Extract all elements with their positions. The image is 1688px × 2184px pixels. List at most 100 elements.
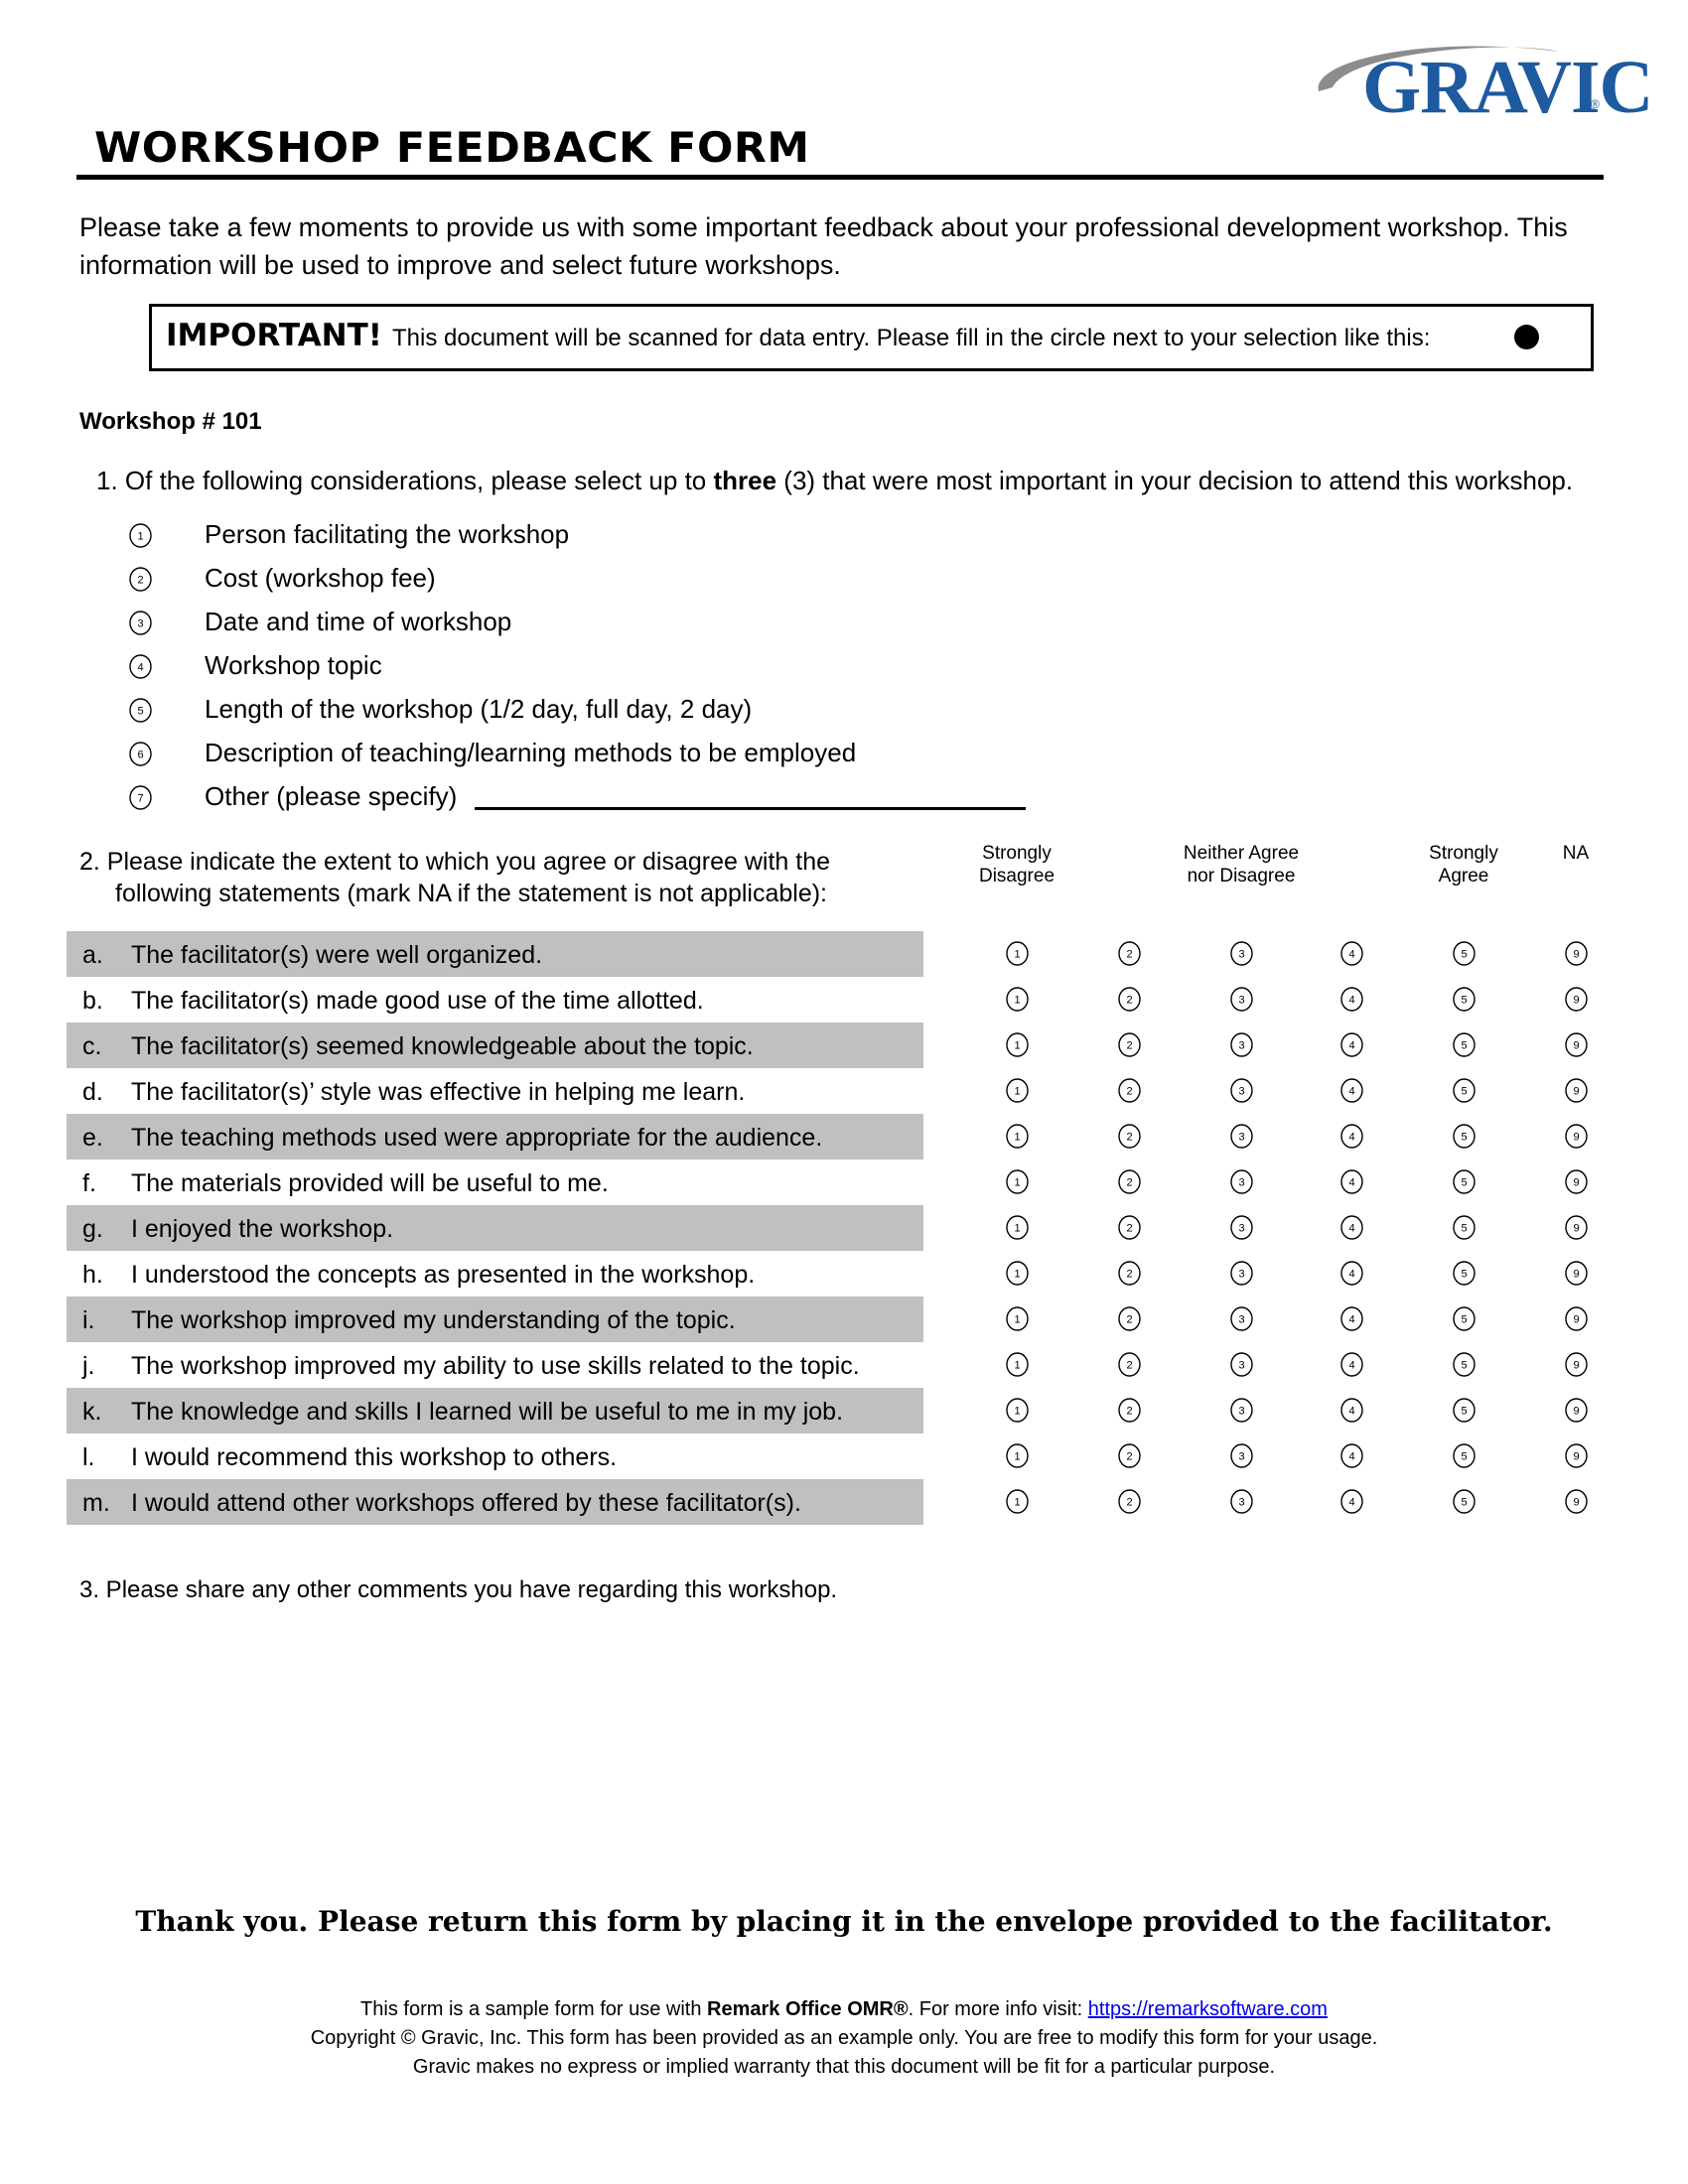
rating-bubble-1[interactable]: 1	[1006, 1489, 1029, 1514]
rating-bubble-5[interactable]: 5	[1453, 987, 1476, 1012]
rating-bubble-2[interactable]: 2	[1118, 941, 1141, 966]
rating-bubble-1[interactable]: 1	[1006, 987, 1029, 1012]
rating-bubble-4[interactable]: 4	[1340, 1306, 1363, 1331]
rating-bubble-9[interactable]: 9	[1565, 1352, 1588, 1377]
rating-bubble-1[interactable]: 1	[1006, 1352, 1029, 1377]
rating-bubble-5[interactable]: 5	[1453, 1398, 1476, 1423]
rating-bubble-9[interactable]: 9	[1565, 1443, 1588, 1468]
rating-bubble-2[interactable]: 2	[1118, 1078, 1141, 1103]
rating-bubble-2[interactable]: 2	[1118, 1306, 1141, 1331]
rating-bubble-2[interactable]: 2	[1118, 1215, 1141, 1240]
rating-bubble-1[interactable]: 1	[1006, 1443, 1029, 1468]
rating-bubble-3[interactable]: 3	[1230, 1124, 1253, 1149]
svg-text:2: 2	[1126, 1223, 1132, 1235]
rating-bubble-2[interactable]: 2	[1118, 1489, 1141, 1514]
rating-bubble-5[interactable]: 5	[1453, 1169, 1476, 1194]
rating-bubble-2[interactable]: 2	[1118, 1124, 1141, 1149]
rating-bubble-3[interactable]: 3	[1230, 1489, 1253, 1514]
statement-row: h. I understood the concepts as presented…	[67, 1251, 923, 1297]
rating-bubble-9[interactable]: 9	[1565, 1306, 1588, 1331]
rating-bubble-3[interactable]: 3	[1230, 1215, 1253, 1240]
other-specify-line[interactable]	[475, 783, 1026, 810]
rating-bubble-5[interactable]: 5	[1453, 941, 1476, 966]
rating-bubble-4[interactable]: 4	[1340, 1443, 1363, 1468]
rating-bubble-4[interactable]: 4	[1340, 987, 1363, 1012]
rating-bubble-5[interactable]: 5	[1453, 1489, 1476, 1514]
rating-bubble-1[interactable]: 1	[1006, 1169, 1029, 1194]
remark-software-link[interactable]: https://remarksoftware.com	[1088, 1998, 1328, 2020]
intro-text: Please take a few moments to provide us …	[79, 212, 1568, 280]
rating-bubble-3[interactable]: 3	[1230, 1352, 1253, 1377]
rating-bubble-2[interactable]: 2	[1118, 1032, 1141, 1057]
rating-bubble-2[interactable]: 2	[1118, 1261, 1141, 1286]
answer-bubble-2[interactable]: 2	[129, 566, 152, 592]
rating-bubble-3[interactable]: 3	[1230, 1398, 1253, 1423]
answer-bubble-5[interactable]: 5	[129, 697, 152, 723]
rating-bubble-4[interactable]: 4	[1340, 1124, 1363, 1149]
rating-bubble-9[interactable]: 9	[1565, 1032, 1588, 1057]
rating-bubble-3[interactable]: 3	[1230, 1443, 1253, 1468]
rating-bubble-1[interactable]: 1	[1006, 1215, 1029, 1240]
rating-bubble-9[interactable]: 9	[1565, 1489, 1588, 1514]
answer-bubble-4[interactable]: 4	[129, 653, 152, 679]
rating-bubble-1[interactable]: 1	[1006, 1078, 1029, 1103]
statement-row: g. I enjoyed the workshop.	[67, 1205, 923, 1251]
rating-bubble-9[interactable]: 9	[1565, 1169, 1588, 1194]
rating-bubble-5[interactable]: 5	[1453, 1124, 1476, 1149]
rating-bubble-5[interactable]: 5	[1453, 1306, 1476, 1331]
rating-bubble-4[interactable]: 4	[1340, 1032, 1363, 1057]
rating-bubble-1[interactable]: 1	[1006, 1124, 1029, 1149]
rating-bubble-4[interactable]: 4	[1340, 1215, 1363, 1240]
rating-bubble-3[interactable]: 3	[1230, 941, 1253, 966]
statement-letter: m.	[82, 1489, 110, 1517]
rating-bubble-9[interactable]: 9	[1565, 1215, 1588, 1240]
svg-text:9: 9	[1573, 1086, 1579, 1098]
rating-bubble-1[interactable]: 1	[1006, 1261, 1029, 1286]
rating-bubble-4[interactable]: 4	[1340, 1352, 1363, 1377]
rating-bubble-1[interactable]: 1	[1006, 1398, 1029, 1423]
rating-bubble-9[interactable]: 9	[1565, 1124, 1588, 1149]
rating-bubble-1[interactable]: 1	[1006, 941, 1029, 966]
rating-bubble-5[interactable]: 5	[1453, 1032, 1476, 1057]
q1-option-label: Description of teaching/learning methods…	[205, 738, 857, 767]
rating-bubble-2[interactable]: 2	[1118, 1443, 1141, 1468]
rating-bubble-5[interactable]: 5	[1453, 1078, 1476, 1103]
answer-bubble-3[interactable]: 3	[129, 610, 152, 635]
rating-bubble-2[interactable]: 2	[1118, 987, 1141, 1012]
rating-bubble-3[interactable]: 3	[1230, 1261, 1253, 1286]
rating-bubble-9[interactable]: 9	[1565, 987, 1588, 1012]
rating-bubble-4[interactable]: 4	[1340, 1489, 1363, 1514]
answer-bubble-7[interactable]: 7	[129, 784, 152, 810]
statement-letter: j.	[82, 1352, 95, 1380]
rating-bubble-1[interactable]: 1	[1006, 1306, 1029, 1331]
rating-bubble-4[interactable]: 4	[1340, 1261, 1363, 1286]
rating-bubble-4[interactable]: 4	[1340, 941, 1363, 966]
rating-bubble-3[interactable]: 3	[1230, 1306, 1253, 1331]
rating-bubble-2[interactable]: 2	[1118, 1398, 1141, 1423]
svg-text:1: 1	[1014, 995, 1020, 1007]
rating-bubble-2[interactable]: 2	[1118, 1352, 1141, 1377]
rating-bubble-3[interactable]: 3	[1230, 1032, 1253, 1057]
rating-bubble-9[interactable]: 9	[1565, 1261, 1588, 1286]
answer-bubble-6[interactable]: 6	[129, 741, 152, 766]
rating-bubble-5[interactable]: 5	[1453, 1352, 1476, 1377]
rating-bubble-3[interactable]: 3	[1230, 1078, 1253, 1103]
rating-bubble-5[interactable]: 5	[1453, 1443, 1476, 1468]
rating-bubble-3[interactable]: 3	[1230, 987, 1253, 1012]
q1-option-label: Person facilitating the workshop	[205, 519, 570, 549]
rating-bubble-9[interactable]: 9	[1565, 1398, 1588, 1423]
statement-letter: g.	[82, 1215, 103, 1243]
workshop-number: Workshop # 101	[79, 408, 262, 435]
rating-bubble-3[interactable]: 3	[1230, 1169, 1253, 1194]
answer-bubble-1[interactable]: 1	[129, 522, 152, 548]
rating-bubble-5[interactable]: 5	[1453, 1261, 1476, 1286]
svg-text:4: 4	[1348, 1223, 1354, 1235]
rating-bubble-4[interactable]: 4	[1340, 1169, 1363, 1194]
rating-bubble-9[interactable]: 9	[1565, 941, 1588, 966]
rating-bubble-4[interactable]: 4	[1340, 1078, 1363, 1103]
rating-bubble-5[interactable]: 5	[1453, 1215, 1476, 1240]
rating-bubble-1[interactable]: 1	[1006, 1032, 1029, 1057]
rating-bubble-2[interactable]: 2	[1118, 1169, 1141, 1194]
rating-bubble-9[interactable]: 9	[1565, 1078, 1588, 1103]
rating-bubble-4[interactable]: 4	[1340, 1398, 1363, 1423]
